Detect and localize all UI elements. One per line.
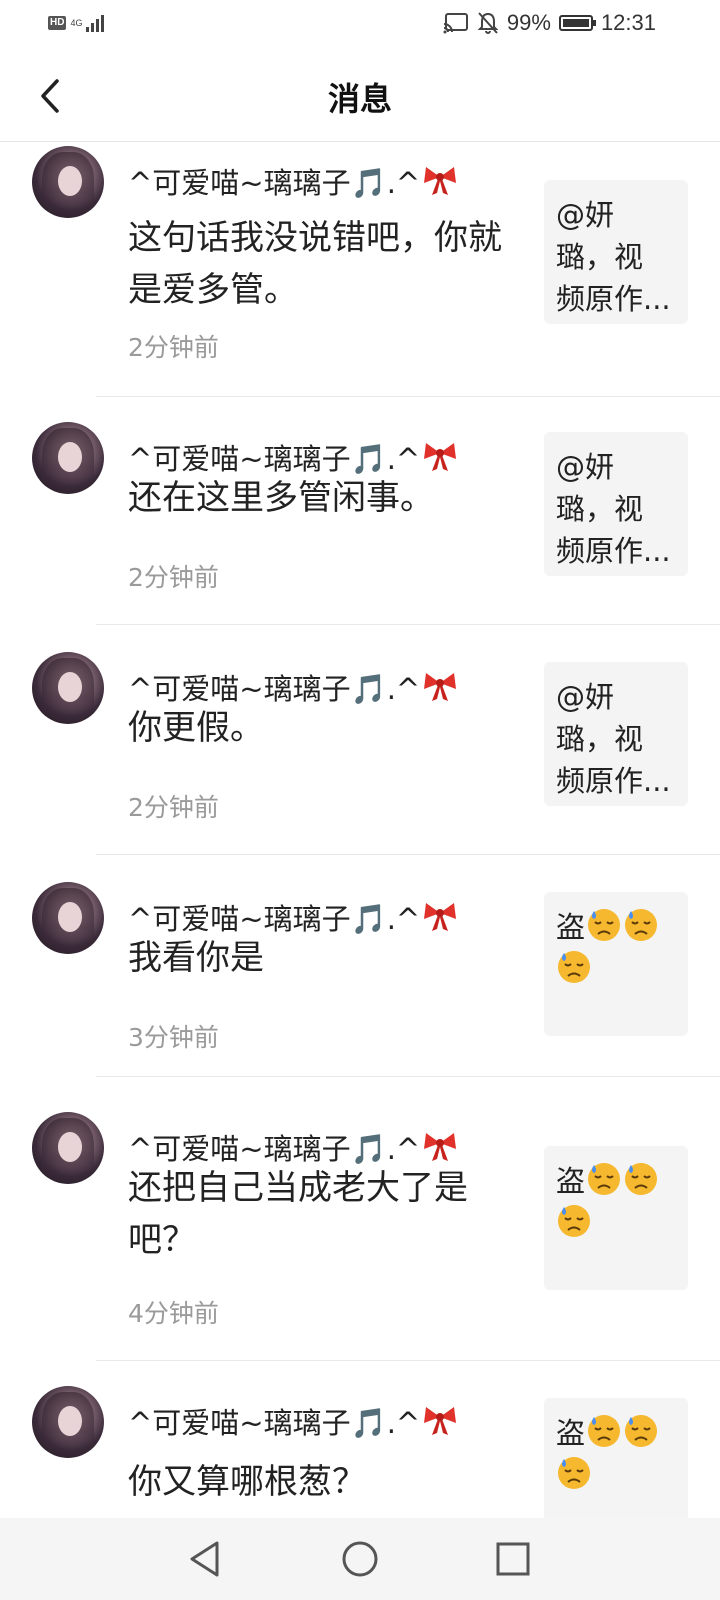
preview-text-line: 频原作... (556, 764, 671, 798)
preview-text: 盗 (556, 910, 586, 944)
network-type: 4G (70, 17, 83, 28)
preview-text-line: 璐，视 (556, 240, 644, 274)
circle-home-icon (342, 1541, 378, 1577)
preview-text-line: @妍 (556, 680, 615, 714)
nickname[interactable]: ^可爱喵~璃璃子🎵.^ (128, 160, 458, 202)
message-text: 还在这里多管闲事。 (128, 478, 434, 518)
battery-icon (558, 15, 596, 31)
video-preview-card[interactable]: @妍 璐，视 频原作... (544, 180, 688, 324)
preview-text: 盗 (556, 1164, 586, 1198)
downcast-sweat-emoji-icon (558, 1457, 590, 1489)
status-bar: HD 4G 99% 12:31 (0, 0, 720, 48)
preview-text-line: @妍 (556, 198, 615, 232)
bow-icon (424, 1407, 457, 1435)
nickname-text: ^可爱喵~璃璃子🎵.^ (128, 672, 421, 706)
video-preview-card[interactable]: 盗 (544, 892, 688, 1036)
nav-back-button[interactable] (180, 1534, 230, 1584)
status-left: HD 4G (48, 13, 108, 33)
nav-recent-button[interactable] (488, 1534, 538, 1584)
signal-icon (86, 15, 105, 32)
downcast-sweat-emoji-icon (625, 1163, 658, 1195)
message-time: 2分钟前 (128, 563, 219, 592)
square-recent-icon (496, 1542, 530, 1576)
message-list[interactable]: ^可爱喵~璃璃子🎵.^ 这句话我没说错吧，你就是爱多管。 2分钟前 @妍 璐，视… (0, 142, 720, 1518)
nickname-text: ^可爱喵~璃璃子🎵.^ (128, 1406, 421, 1440)
status-right: 99% 12:31 (443, 10, 656, 36)
divider (96, 1360, 720, 1361)
video-preview-card[interactable]: @妍 璐，视 频原作... (544, 662, 688, 806)
bow-icon (424, 443, 457, 471)
message-time: 3分钟前 (128, 1023, 219, 1052)
nav-home-button[interactable] (335, 1534, 385, 1584)
downcast-sweat-emoji-icon (625, 909, 658, 941)
bow-icon (424, 673, 457, 701)
preview-text-line: @妍 (556, 450, 615, 484)
nickname[interactable]: ^可爱喵~璃璃子🎵.^ (128, 1400, 458, 1442)
preview-text: 盗 (556, 1416, 586, 1450)
nickname-text: ^可爱喵~璃璃子🎵.^ (128, 166, 421, 200)
video-preview-card[interactable]: @妍 璐，视 频原作... (544, 432, 688, 576)
message-text: 我看你是 (128, 938, 264, 978)
mute-bell-icon (477, 12, 499, 34)
system-nav-bar (0, 1518, 720, 1600)
preview-text-line: 频原作... (556, 534, 671, 568)
avatar[interactable] (32, 146, 104, 218)
divider (96, 1076, 720, 1077)
cast-icon (443, 13, 468, 34)
nickname-text: ^可爱喵~璃璃子🎵.^ (128, 442, 421, 476)
nickname-text: ^可爱喵~璃璃子🎵.^ (128, 1132, 421, 1166)
status-time: 12:31 (600, 10, 656, 35)
nickname-text: ^可爱喵~璃璃子🎵.^ (128, 902, 421, 936)
preview-text-line: 频原作... (556, 282, 671, 316)
message-text: 你又算哪根葱？ (128, 1462, 366, 1502)
avatar[interactable] (32, 882, 104, 954)
downcast-sweat-emoji-icon (588, 909, 621, 941)
downcast-sweat-emoji-icon (558, 951, 590, 983)
bow-icon (424, 903, 457, 931)
battery-percent: 99% (506, 10, 551, 35)
avatar[interactable] (32, 422, 104, 494)
page-title: 消息 (327, 80, 392, 118)
avatar[interactable] (32, 652, 104, 724)
divider (96, 854, 720, 855)
message-text: 这句话我没说错吧，你就是爱多管。 (128, 218, 502, 310)
triangle-back-icon (190, 1541, 219, 1577)
downcast-sweat-emoji-icon (588, 1415, 621, 1447)
message-text: 还把自己当成老大了是吧？ (128, 1168, 468, 1260)
message-time: 2分钟前 (128, 333, 219, 362)
preview-text-line: 璐，视 (556, 492, 644, 526)
video-preview-card[interactable]: 盗 (544, 1398, 688, 1518)
message-time: 4分钟前 (128, 1299, 219, 1328)
preview-text-line: 璐，视 (556, 722, 644, 756)
avatar[interactable] (32, 1112, 104, 1184)
message-time: 2分钟前 (128, 793, 219, 822)
downcast-sweat-emoji-icon (558, 1205, 590, 1237)
bow-icon (424, 1133, 457, 1161)
downcast-sweat-emoji-icon (625, 1415, 658, 1447)
divider (96, 624, 720, 625)
bow-icon (424, 167, 457, 195)
message-text: 你更假。 (128, 708, 264, 748)
header: 消息 (0, 48, 720, 142)
hd-badge: HD (48, 16, 67, 30)
downcast-sweat-emoji-icon (588, 1163, 621, 1195)
video-preview-card[interactable]: 盗 (544, 1146, 688, 1290)
avatar[interactable] (32, 1386, 104, 1458)
divider (96, 396, 720, 397)
